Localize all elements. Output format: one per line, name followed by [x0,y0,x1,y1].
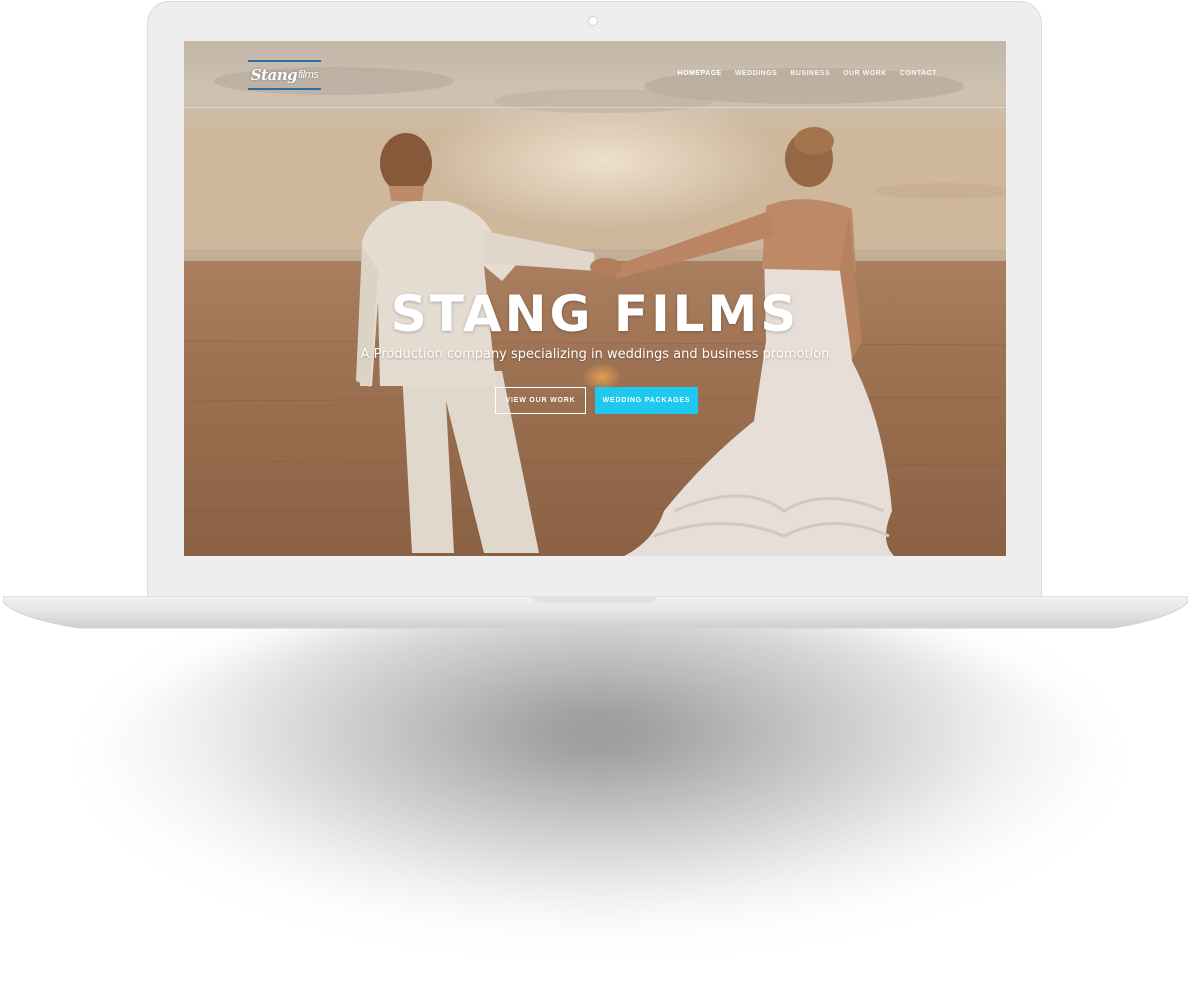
nav-item-our-work[interactable]: OUR WORK [843,70,887,77]
view-our-work-button[interactable]: VIEW OUR WORK [495,387,586,414]
laptop-notch [532,596,656,603]
screen: Stang films HOMEPAGE WEDDINGS BUSINESS OU… [184,41,1006,556]
wedding-packages-button[interactable]: WEDDING PACKAGES [595,387,698,414]
logo-small-text: films [298,69,319,81]
site-header: Stang films HOMEPAGE WEDDINGS BUSINESS OU… [184,41,1006,108]
nav-item-weddings[interactable]: WEDDINGS [735,70,778,77]
nav-item-contact[interactable]: CONTACT [900,70,937,77]
logo[interactable]: Stang films [248,60,321,90]
mockup-stage: Stang films HOMEPAGE WEDDINGS BUSINESS OU… [0,0,1200,992]
hero-title: STANG FILMS [390,285,800,343]
logo-main-text: Stang [250,66,298,84]
camera-icon [588,16,598,26]
nav-item-homepage[interactable]: HOMEPAGE [678,70,722,77]
nav-item-business[interactable]: BUSINESS [790,70,830,77]
hero-subtitle: A Production company specializing in wed… [360,347,830,362]
main-nav: HOMEPAGE WEDDINGS BUSINESS OUR WORK CONT… [678,70,938,77]
laptop-shadow [100,600,1100,930]
